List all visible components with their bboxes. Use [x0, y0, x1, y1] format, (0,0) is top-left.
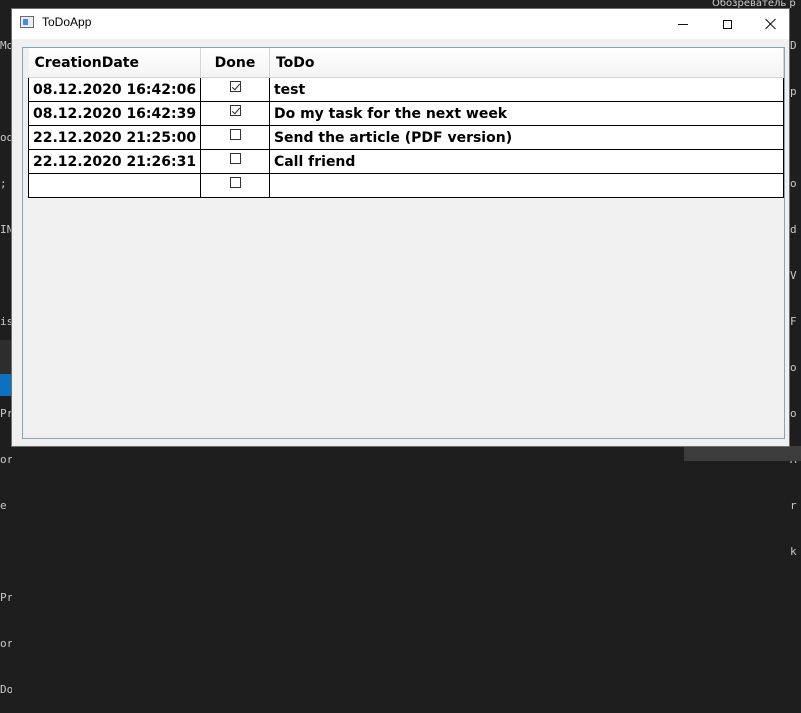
bg-left-line: e: [0, 499, 7, 512]
done-checkbox[interactable]: [229, 177, 241, 188]
close-button[interactable]: [748, 9, 794, 39]
todo-cell[interactable]: [268, 173, 785, 198]
bg-right-line: o: [790, 361, 797, 374]
background-editor-right: D p o d V F o o A r k: [790, 10, 801, 575]
table-row: 08.12.2020 16:42:06 test: [27, 77, 785, 102]
maximize-icon: [722, 19, 732, 29]
table-row: 22.12.2020 21:25:00 Send the article (PD…: [27, 125, 785, 150]
done-checkbox[interactable]: [229, 105, 241, 116]
todo-cell[interactable]: Send the article (PDF version): [268, 125, 785, 150]
background-editor-title: Обозреватель р: [712, 0, 796, 8]
creation-date-cell[interactable]: 22.12.2020 21:25:00: [27, 125, 202, 150]
creation-date-cell[interactable]: [27, 173, 202, 198]
done-cell[interactable]: [200, 149, 270, 174]
bg-right-line: p: [790, 85, 797, 98]
bg-right-line: V: [790, 269, 797, 282]
done-cell[interactable]: [200, 77, 270, 102]
background-taskbar-fragment: [684, 446, 801, 461]
done-checkbox[interactable]: [229, 153, 241, 164]
maximize-button[interactable]: [704, 9, 750, 39]
creation-date-cell[interactable]: 08.12.2020 16:42:39: [27, 101, 202, 126]
creation-date-cell[interactable]: 08.12.2020 16:42:06: [27, 77, 202, 102]
done-checkbox[interactable]: [229, 129, 241, 140]
creation-date-cell[interactable]: 22.12.2020 21:26:31: [27, 149, 202, 174]
bg-left-line: Pr: [0, 591, 12, 604]
bg-right-line: r: [790, 499, 797, 512]
bg-left-line: or: [0, 637, 12, 650]
close-icon: [765, 18, 777, 30]
title-bar[interactable]: ToDoApp: [12, 9, 789, 39]
todo-table: CreationDate Done ToDo 08.12.2020 16:42:…: [27, 48, 785, 198]
minimize-icon: [678, 23, 688, 25]
minimize-button[interactable]: [660, 9, 706, 39]
bg-right-line: [790, 128, 801, 148]
done-cell[interactable]: [200, 125, 270, 150]
todo-data-grid[interactable]: CreationDate Done ToDo 08.12.2020 16:42:…: [22, 47, 785, 439]
table-row: 08.12.2020 16:42:39 Do my task for the n…: [27, 101, 785, 126]
todo-cell[interactable]: test: [268, 77, 785, 102]
bg-right-line: o: [790, 407, 797, 420]
new-item-row: [27, 173, 785, 198]
table-row: 22.12.2020 21:26:31 Call friend: [27, 149, 785, 174]
column-header-todo[interactable]: ToDo: [269, 48, 785, 78]
todo-app-window: ToDoApp CreationDate Done ToDo 08.12.202…: [11, 8, 790, 447]
bg-right-line: D: [790, 39, 797, 52]
bg-right-line: F: [790, 315, 797, 328]
bg-right-line: d: [790, 223, 797, 236]
done-cell[interactable]: [200, 101, 270, 126]
header-row: CreationDate Done ToDo: [28, 48, 785, 78]
bg-left-line: Do: [0, 683, 12, 696]
done-cell[interactable]: [200, 173, 270, 198]
todo-cell[interactable]: Do my task for the next week: [268, 101, 785, 126]
done-checkbox[interactable]: [229, 81, 241, 92]
bg-left-line: or: [0, 453, 12, 466]
bg-left-line: [0, 542, 12, 562]
todo-cell[interactable]: Call friend: [268, 149, 785, 174]
column-header-done[interactable]: Done: [200, 48, 270, 78]
bg-right-line: o: [790, 177, 797, 190]
window-title: ToDoApp: [42, 15, 92, 29]
app-window-icon: [20, 16, 34, 28]
bg-right-line: k: [790, 545, 797, 558]
column-header-creationdate[interactable]: CreationDate: [28, 48, 202, 78]
